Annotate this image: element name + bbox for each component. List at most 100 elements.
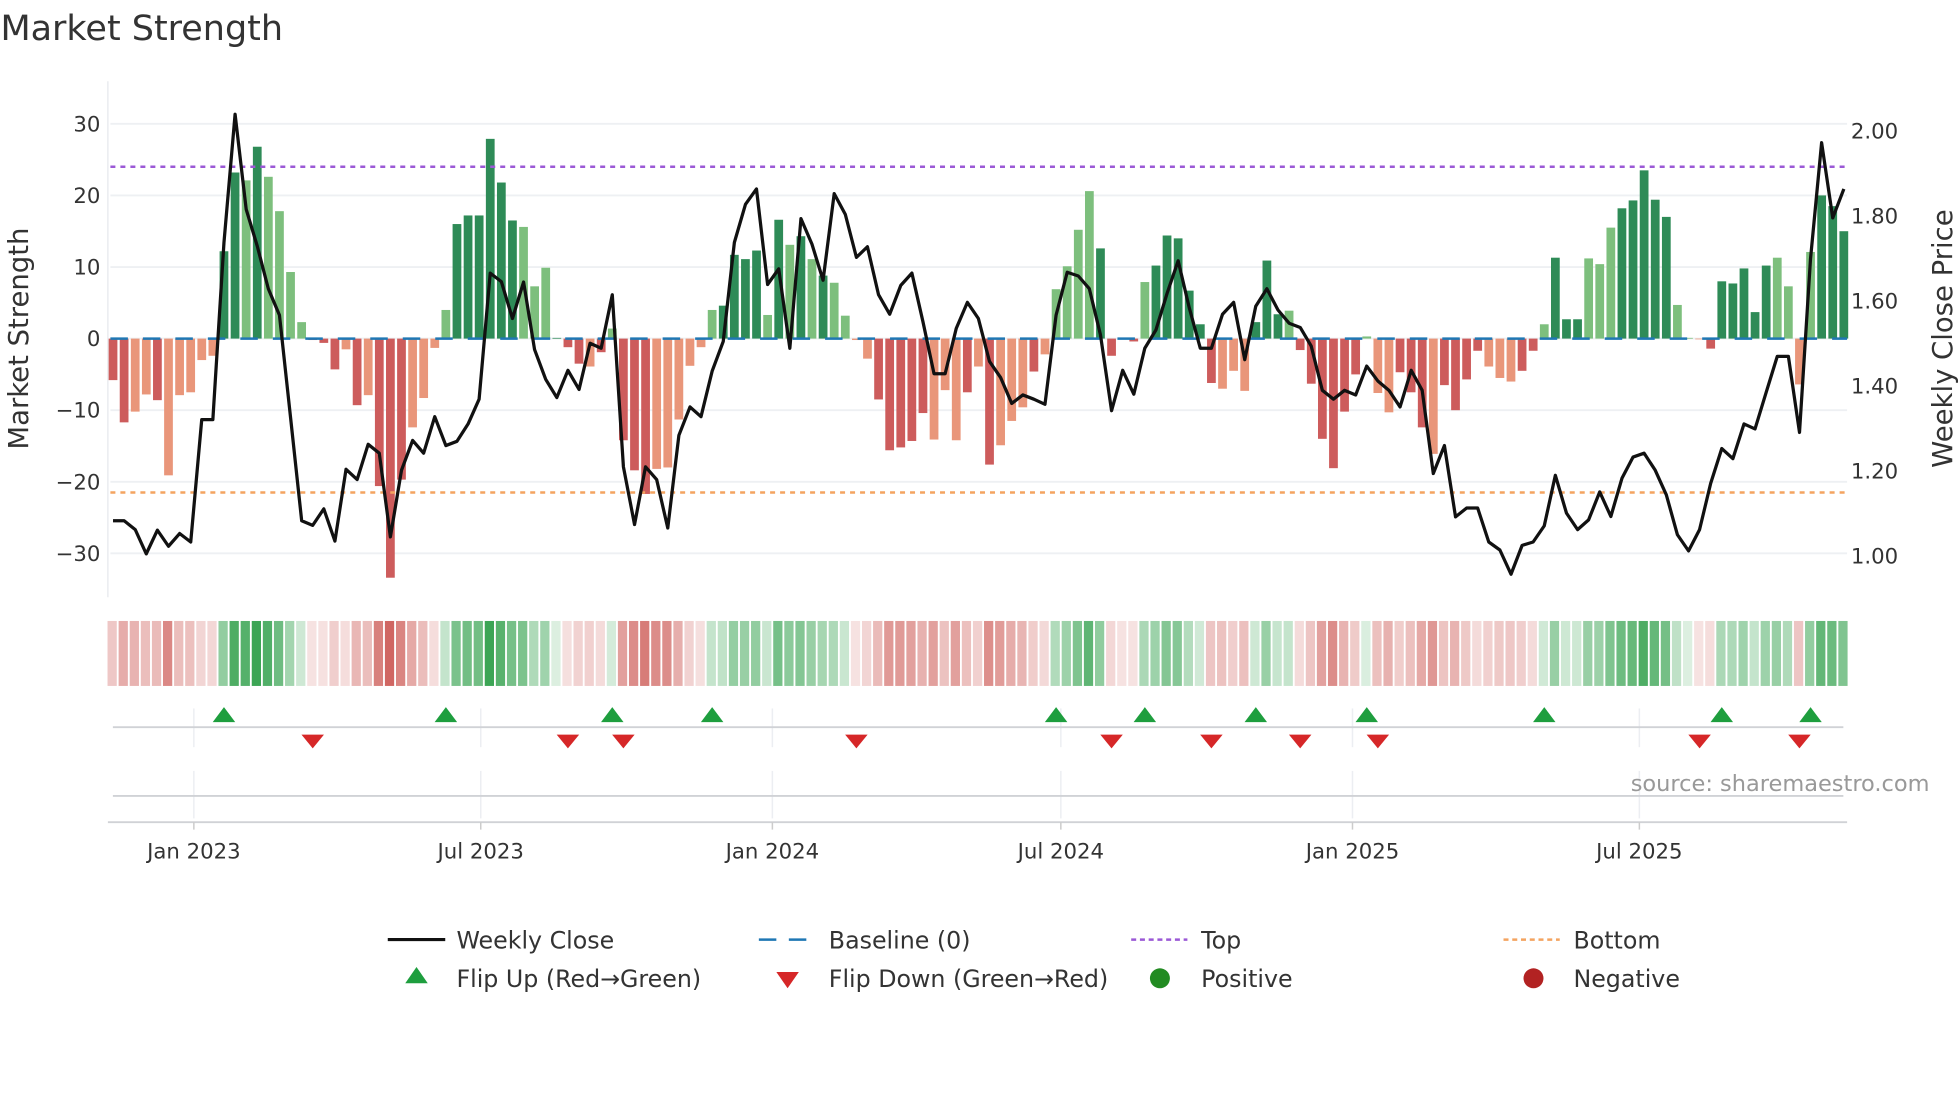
strip-cell [1838, 620, 1848, 686]
strip-cell [1094, 620, 1105, 686]
strip-cell [1705, 620, 1715, 686]
x-tick-label: Jul 2024 [1016, 839, 1104, 864]
legend-weekly-close-label: Weekly Close [456, 926, 614, 954]
strip-cell [1771, 620, 1782, 686]
strip-cell [573, 620, 583, 686]
flip-up-marker [1133, 707, 1157, 723]
market-strength-chart: Market Strength 30 20 10 0 −10 −20 −30 2.00 1.8… [0, 9, 1959, 993]
strip-cell [984, 620, 994, 686]
negative-bar [974, 338, 983, 367]
legend: Weekly Close Baseline (0) Top Bottom Fli… [387, 926, 1680, 993]
strip-cell [1405, 620, 1415, 686]
strip-cell [1616, 620, 1626, 686]
strip-cell [1061, 620, 1071, 686]
strip-cell [1217, 620, 1227, 686]
legend-negative-label: Negative [1573, 965, 1679, 993]
negative-bar [951, 338, 961, 441]
negative-bar [386, 338, 395, 578]
legend-flip-down-icon [776, 972, 799, 989]
flip-up-marker [1044, 707, 1068, 723]
negative-bar [885, 338, 895, 451]
strip-cell [1128, 620, 1138, 686]
positive-bar [707, 309, 717, 339]
flip-down-marker [556, 734, 580, 749]
negative-bar [863, 338, 872, 359]
positive-bar [840, 315, 850, 339]
x-gridlines [193, 708, 1641, 819]
negative-bar [1351, 338, 1361, 375]
positive-bar [1539, 324, 1549, 339]
strip-cell [773, 620, 783, 686]
strip-cell [1738, 620, 1748, 686]
strip-cell [1538, 620, 1549, 686]
negative-bar [108, 338, 118, 381]
positive-bar [1562, 319, 1571, 339]
negative-bar [696, 338, 706, 348]
strip-cell [1183, 620, 1193, 686]
flip-up-marker [1533, 707, 1556, 723]
strip-cell [1483, 620, 1493, 686]
strip-cell [551, 620, 561, 686]
negative-bar [1029, 338, 1039, 372]
negative-bar [330, 338, 340, 370]
strip-cell [850, 620, 861, 686]
negative-bar [119, 338, 129, 423]
strip-cell [895, 620, 905, 686]
strip-cell [1316, 620, 1327, 686]
negative-bar [1484, 338, 1494, 367]
strip-cell [1727, 620, 1737, 686]
positive-bar [474, 215, 484, 339]
strip-cell [384, 620, 395, 686]
strip-cell [1028, 620, 1038, 686]
strip-cell [151, 620, 162, 686]
positive-bar [263, 176, 273, 339]
strip-cell [828, 620, 838, 686]
negative-bar [419, 338, 429, 399]
positive-bar [1828, 206, 1838, 339]
flip-down-marker [1288, 734, 1312, 749]
positive-bar [1085, 191, 1094, 339]
strip-cell [362, 620, 372, 686]
legend-bottom-label: Bottom [1573, 926, 1660, 954]
right-axis-label: Weekly Close Price [1927, 209, 1959, 467]
negative-bar [1007, 338, 1017, 421]
positive-bar [818, 275, 828, 339]
strip-cell [1549, 620, 1560, 686]
flip-down-marker [612, 734, 635, 749]
y-tick-label: −10 [56, 399, 101, 424]
negative-bar [1440, 338, 1449, 386]
strip-cell [162, 620, 173, 686]
strip-cell [1450, 620, 1460, 686]
flip-down-marker [1688, 734, 1711, 749]
positive-bar [1262, 260, 1272, 339]
strip-cell [185, 620, 195, 686]
flip-up-marker [1710, 707, 1734, 723]
positive-bar [1761, 265, 1771, 339]
flip-down-marker [1100, 734, 1123, 749]
negative-bar [1040, 338, 1050, 355]
negative-bar [1506, 338, 1516, 382]
x-tick-label: Jan 2023 [145, 839, 241, 864]
x-tick-label: Jan 2024 [724, 839, 820, 864]
y2-tick-label: 1.60 [1851, 290, 1898, 315]
negative-bar [1229, 338, 1238, 371]
strip-cell [1228, 620, 1238, 686]
positive-bar [1606, 227, 1616, 339]
strip-cell [318, 620, 328, 686]
negative-bar [663, 338, 673, 468]
strip-cell [418, 620, 428, 686]
strip-cell [229, 620, 239, 686]
y2-tick-label: 1.00 [1851, 544, 1898, 569]
strip-cell [1560, 620, 1571, 686]
negative-bar [1451, 338, 1460, 411]
source-label: source: sharemaestro.com [1631, 771, 1930, 797]
strip-cell [540, 620, 550, 686]
positive-bar [1750, 312, 1760, 339]
legend-flip-up-icon [405, 967, 428, 984]
negative-bar [1384, 338, 1394, 413]
positive-bar [541, 267, 551, 339]
flip-up-marker [212, 707, 236, 723]
positive-bar [1661, 216, 1671, 339]
strip-cell [518, 620, 528, 686]
negative-bar [430, 338, 440, 348]
